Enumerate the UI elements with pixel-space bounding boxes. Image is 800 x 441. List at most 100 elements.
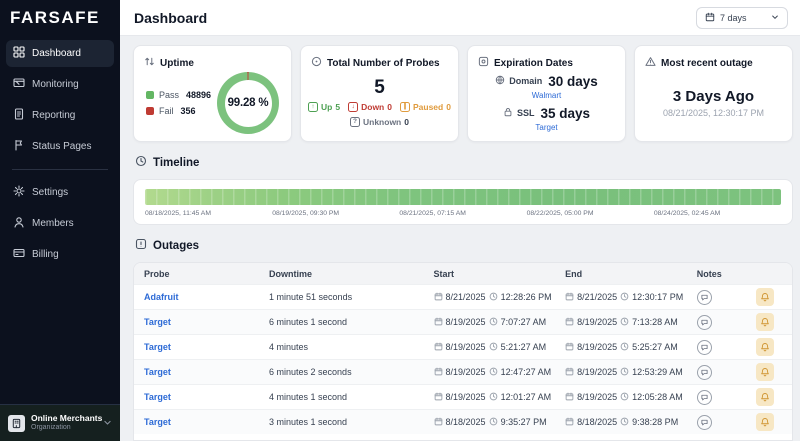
alert-bell-button[interactable] xyxy=(756,363,774,381)
clock-icon xyxy=(620,392,629,403)
probe-link[interactable]: Target xyxy=(144,367,171,377)
probes-icon xyxy=(311,54,322,72)
sidebar-item-billing[interactable]: Billing xyxy=(6,241,114,268)
sidebar-item-label: Status Pages xyxy=(32,141,91,152)
note-comment-icon[interactable] xyxy=(697,340,712,355)
org-name: Online Merchants xyxy=(31,414,97,424)
sidebar-item-dashboard[interactable]: Dashboard xyxy=(6,40,114,67)
alert-bell-button[interactable] xyxy=(756,338,774,356)
probe-link[interactable]: Target xyxy=(144,317,171,327)
outage-row: Target 6 minutes 2 seconds 8/19/2025 12:… xyxy=(134,359,792,384)
report-icon xyxy=(13,108,25,123)
ssl-expiration: SSL 35 days xyxy=(503,104,590,122)
end-cell: 8/19/2025 7:13:28 AM xyxy=(555,317,687,328)
expiration-card: Expiration Dates Domain 30 days Walmart … xyxy=(467,45,626,142)
col-notes: Notes xyxy=(687,269,746,279)
ssl-probe-link[interactable]: Target xyxy=(535,123,557,132)
sidebar-nav: Dashboard Monitoring Reporting Status Pa… xyxy=(0,38,120,270)
sort-arrows-icon xyxy=(144,54,155,72)
note-comment-icon[interactable] xyxy=(697,390,712,405)
calendar-icon xyxy=(434,342,443,353)
downtime-cell: 4 minutes xyxy=(259,342,424,352)
timeline-tick: 08/21/2025, 07:15 AM xyxy=(399,210,526,217)
alert-bell-button[interactable] xyxy=(756,413,774,431)
outage-row: Target 3 minutes 1 second 8/18/2025 9:35… xyxy=(134,409,792,434)
probes-card-title: Total Number of Probes xyxy=(327,58,440,69)
calendar-icon xyxy=(705,12,715,24)
credit-card-icon xyxy=(13,247,25,262)
sidebar-item-label: Reporting xyxy=(32,110,75,121)
uptime-card-title: Uptime xyxy=(160,58,194,69)
alert-bell-button[interactable] xyxy=(756,288,774,306)
note-comment-icon[interactable] xyxy=(697,365,712,380)
probes-total: 5 xyxy=(374,78,385,97)
calendar-icon xyxy=(434,367,443,378)
outages-table-body: Adafruit 1 minute 51 seconds 8/21/2025 1… xyxy=(134,284,792,434)
probe-link[interactable]: Target xyxy=(144,342,171,352)
probes-card: Total Number of Probes 5 ↑Up5 ↓Down0 ∥Pa… xyxy=(300,45,459,142)
calendar-dot-icon xyxy=(478,54,489,72)
sidebar-item-monitoring[interactable]: Monitoring xyxy=(6,71,114,98)
org-role: Organization xyxy=(31,424,97,432)
sidebar-item-settings[interactable]: Settings xyxy=(6,179,114,206)
uptime-percent: 99.28 % xyxy=(228,97,269,109)
app-logo: FARSAFE xyxy=(0,0,120,38)
grid-icon xyxy=(13,46,25,61)
chevron-down-icon xyxy=(771,13,779,23)
downtime-cell: 4 minutes 1 second xyxy=(259,392,424,402)
legend-pass: Pass 48896 xyxy=(146,90,211,100)
col-probe: Probe xyxy=(134,269,259,279)
alert-bell-button[interactable] xyxy=(756,313,774,331)
domain-probe-link[interactable]: Walmart xyxy=(532,91,561,100)
clock-icon xyxy=(489,342,498,353)
probes-paused-stat: ∥Paused0 xyxy=(400,102,451,112)
monitor-icon xyxy=(13,77,25,92)
probes-unknown-stat: ?Unknown0 xyxy=(350,117,409,127)
probe-link[interactable]: Target xyxy=(144,392,171,402)
sidebar-item-status-pages[interactable]: Status Pages xyxy=(6,133,114,160)
topbar: Dashboard 7 days xyxy=(120,0,800,36)
calendar-icon xyxy=(434,292,443,303)
domain-days: 30 days xyxy=(548,74,598,89)
timeline-tick: 08/22/2025, 05:00 PM xyxy=(527,210,654,217)
pause-icon: ∥ xyxy=(400,102,410,112)
uptime-timeline-bar[interactable] xyxy=(145,189,781,205)
recent-outage-card-title: Most recent outage xyxy=(661,58,753,69)
outages-table: Probe Downtime Start End Notes Adafruit … xyxy=(133,262,793,441)
probes-down-stat: ↓Down0 xyxy=(348,102,392,112)
lock-icon xyxy=(503,104,513,122)
calendar-icon xyxy=(565,392,574,403)
outages-table-header: Probe Downtime Start End Notes xyxy=(134,263,792,284)
probe-link[interactable]: Target xyxy=(144,417,171,427)
clock-icon xyxy=(489,417,498,428)
note-comment-icon[interactable] xyxy=(697,315,712,330)
note-comment-icon[interactable] xyxy=(697,415,712,430)
end-cell: 8/21/2025 12:30:17 PM xyxy=(555,292,687,303)
alert-bell-button[interactable] xyxy=(756,388,774,406)
timeline-tick: 08/24/2025, 02:45 AM xyxy=(654,210,781,217)
sidebar-item-members[interactable]: Members xyxy=(6,210,114,237)
date-range-selector[interactable]: 7 days xyxy=(696,7,788,29)
outages-section-head: Outages xyxy=(135,237,791,255)
org-switcher[interactable]: Online Merchants Organization xyxy=(0,404,120,441)
col-end: End xyxy=(555,269,687,279)
timeline-tick-labels: 08/18/2025, 11:45 AM 08/19/2025, 09:30 P… xyxy=(145,210,781,217)
timeline-card: 08/18/2025, 11:45 AM 08/19/2025, 09:30 P… xyxy=(133,179,793,225)
calendar-icon xyxy=(434,392,443,403)
end-cell: 8/19/2025 12:53:29 AM xyxy=(555,367,687,378)
clock-icon xyxy=(620,342,629,353)
probe-link[interactable]: Adafruit xyxy=(144,292,179,302)
calendar-icon xyxy=(434,317,443,328)
note-comment-icon[interactable] xyxy=(697,290,712,305)
clock-icon xyxy=(620,317,629,328)
start-cell: 8/19/2025 5:21:27 AM xyxy=(424,342,556,353)
start-cell: 8/19/2025 12:01:27 AM xyxy=(424,392,556,403)
question-icon: ? xyxy=(350,117,360,127)
dashboard-content: Uptime Pass 48896 Fail 356 xyxy=(120,36,800,441)
outage-row: Target 6 minutes 1 second 8/19/2025 7:07… xyxy=(134,309,792,334)
sidebar-item-reporting[interactable]: Reporting xyxy=(6,102,114,129)
globe-icon xyxy=(495,72,505,90)
timeline-tick: 08/19/2025, 09:30 PM xyxy=(272,210,399,217)
clock-icon xyxy=(620,417,629,428)
arrow-up-icon: ↑ xyxy=(308,102,318,112)
